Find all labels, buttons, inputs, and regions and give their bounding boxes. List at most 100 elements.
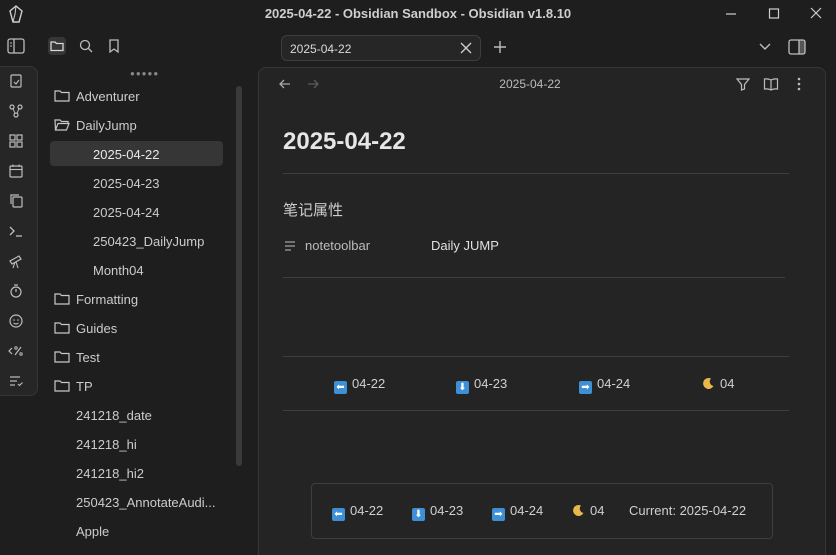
- tree-item-label: DailyJump: [76, 118, 137, 133]
- copy-templates-icon[interactable]: [8, 193, 24, 209]
- tree-item-label: 250423_DailyJump: [93, 234, 205, 249]
- crescent-moon-icon: [573, 504, 584, 516]
- tree-item-label: 241218_hi: [76, 437, 137, 452]
- crescent-moon-icon: [703, 377, 714, 389]
- minimize-icon: [726, 13, 736, 15]
- folder-item[interactable]: DailyJump: [44, 112, 234, 137]
- jump-label: 04-22: [352, 376, 386, 391]
- file-item[interactable]: 241218_date: [44, 402, 234, 427]
- note-title[interactable]: 2025-04-22: [283, 128, 406, 156]
- property-key[interactable]: notetoolbar: [305, 238, 370, 253]
- bookmark-icon[interactable]: [105, 37, 123, 55]
- canvas-grid-icon[interactable]: [8, 133, 24, 149]
- property-value[interactable]: Daily JUMP: [431, 238, 499, 253]
- navigate-back-icon[interactable]: [278, 77, 292, 91]
- templater-percent-icon[interactable]: [8, 343, 24, 359]
- folder-item[interactable]: Test: [44, 344, 234, 369]
- folder-item[interactable]: Adventurer: [44, 83, 234, 108]
- window-title: 2025-04-22 - Obsidian Sandbox - Obsidian…: [264, 6, 572, 21]
- smiley-icon[interactable]: [8, 313, 24, 329]
- file-item[interactable]: 250423_DailyJump: [44, 228, 234, 253]
- toolbar-label: 04: [590, 503, 605, 518]
- drag-handle[interactable]: ●●●●●: [130, 69, 159, 78]
- properties-heading[interactable]: 笔记属性: [283, 199, 343, 220]
- calendar-icon[interactable]: [8, 163, 24, 179]
- title-bar: 2025-04-22 - Obsidian Sandbox - Obsidian…: [0, 0, 836, 28]
- file-item[interactable]: Month04: [44, 257, 234, 282]
- more-options-icon[interactable]: [791, 76, 807, 92]
- timer-icon[interactable]: [8, 283, 24, 299]
- new-tab-plus-icon[interactable]: [492, 39, 508, 55]
- toolbar-label: 04-23: [430, 503, 464, 518]
- tree-item-label: 2025-04-23: [93, 176, 160, 191]
- title-divider: [283, 173, 789, 174]
- down-arrow-icon: ⬇: [456, 381, 469, 394]
- graph-view-icon[interactable]: [8, 103, 24, 119]
- minimize-button[interactable]: [716, 4, 746, 24]
- file-item[interactable]: 2025-04-22: [50, 141, 223, 166]
- folder-open-icon: [54, 119, 70, 131]
- toolbar-current-date: Current: 2025-04-22: [629, 503, 747, 518]
- text-property-icon: [285, 241, 295, 251]
- toggle-right-sidebar-icon[interactable]: [787, 38, 807, 56]
- jump-next-day-link[interactable]: ⬇ 04-23: [456, 376, 507, 394]
- tab-2025-04-22[interactable]: 2025-04-22: [281, 35, 481, 61]
- jump-day-after-link[interactable]: ➡ 04-24: [579, 376, 630, 394]
- folder-icon: [54, 380, 70, 392]
- jump-month-link[interactable]: 04: [702, 376, 734, 391]
- close-tab-icon[interactable]: [460, 42, 472, 54]
- toolbar-next-day-button[interactable]: ⬇ 04-23: [412, 503, 463, 521]
- file-item[interactable]: 241218_hi2: [44, 460, 234, 485]
- folder-icon: [54, 90, 70, 102]
- search-icon[interactable]: [77, 37, 95, 55]
- toolbar-day-after-button[interactable]: ➡ 04-24: [492, 503, 543, 521]
- terminal-icon[interactable]: [8, 223, 24, 239]
- close-icon: [810, 7, 822, 19]
- close-window-button[interactable]: [801, 4, 831, 24]
- view-header-title[interactable]: 2025-04-22: [480, 77, 580, 91]
- toggle-left-sidebar-icon[interactable]: [6, 37, 26, 55]
- toolbar-label: 04-24: [510, 503, 544, 518]
- maximize-button[interactable]: [759, 4, 789, 24]
- chevron-down-icon[interactable]: [757, 40, 773, 54]
- left-arrow-icon: ⬅: [334, 381, 347, 394]
- navigate-forward-icon[interactable]: [306, 77, 320, 91]
- down-arrow-icon: ⬇: [412, 508, 425, 521]
- tree-item-label: 241218_date: [76, 408, 152, 423]
- files-folder-icon[interactable]: [48, 37, 66, 55]
- right-arrow-icon: ➡: [492, 508, 505, 521]
- jump-label: 04: [720, 376, 735, 391]
- list-checks-icon[interactable]: [8, 373, 24, 389]
- file-item[interactable]: 2025-04-23: [44, 170, 234, 195]
- filter-icon[interactable]: [735, 76, 751, 92]
- jump-label: 04-23: [474, 376, 508, 391]
- toolbar-label: 04-22: [350, 503, 384, 518]
- file-item[interactable]: 241218_hi: [44, 431, 234, 456]
- file-item[interactable]: 250423_AnnotateAudi...: [44, 489, 234, 514]
- file-item[interactable]: Apple: [44, 518, 234, 543]
- open-quick-switcher-icon[interactable]: [8, 73, 24, 89]
- telescope-icon[interactable]: [8, 253, 24, 269]
- explorer-scrollbar[interactable]: [236, 86, 242, 466]
- folder-item[interactable]: Formatting: [44, 286, 234, 311]
- tree-item-label: Month04: [93, 263, 144, 278]
- tab-label: 2025-04-22: [290, 42, 352, 56]
- jump-prev-day-link[interactable]: ⬅ 04-22: [334, 376, 385, 394]
- reading-view-book-icon[interactable]: [763, 76, 779, 92]
- folder-item[interactable]: TP: [44, 373, 234, 398]
- maximize-icon: [768, 8, 780, 19]
- tree-item-label: 250423_AnnotateAudi...: [76, 495, 216, 510]
- folder-icon: [54, 322, 70, 334]
- toolbar-month-button[interactable]: 04: [572, 503, 604, 518]
- folder-item[interactable]: Guides: [44, 315, 234, 340]
- tree-item-label: Test: [76, 350, 100, 365]
- ribbon: [0, 66, 38, 396]
- tree-item-label: 2025-04-24: [93, 205, 160, 220]
- toolbar-prev-day-button[interactable]: ⬅ 04-22: [332, 503, 383, 521]
- tree-item-label: Apple: [76, 524, 110, 539]
- file-item[interactable]: 2025-04-24: [44, 199, 234, 224]
- left-arrow-icon: ⬅: [332, 508, 345, 521]
- tree-item-label: Guides: [76, 321, 118, 336]
- properties-divider: [283, 277, 785, 278]
- tree-item-label: TP: [76, 379, 93, 394]
